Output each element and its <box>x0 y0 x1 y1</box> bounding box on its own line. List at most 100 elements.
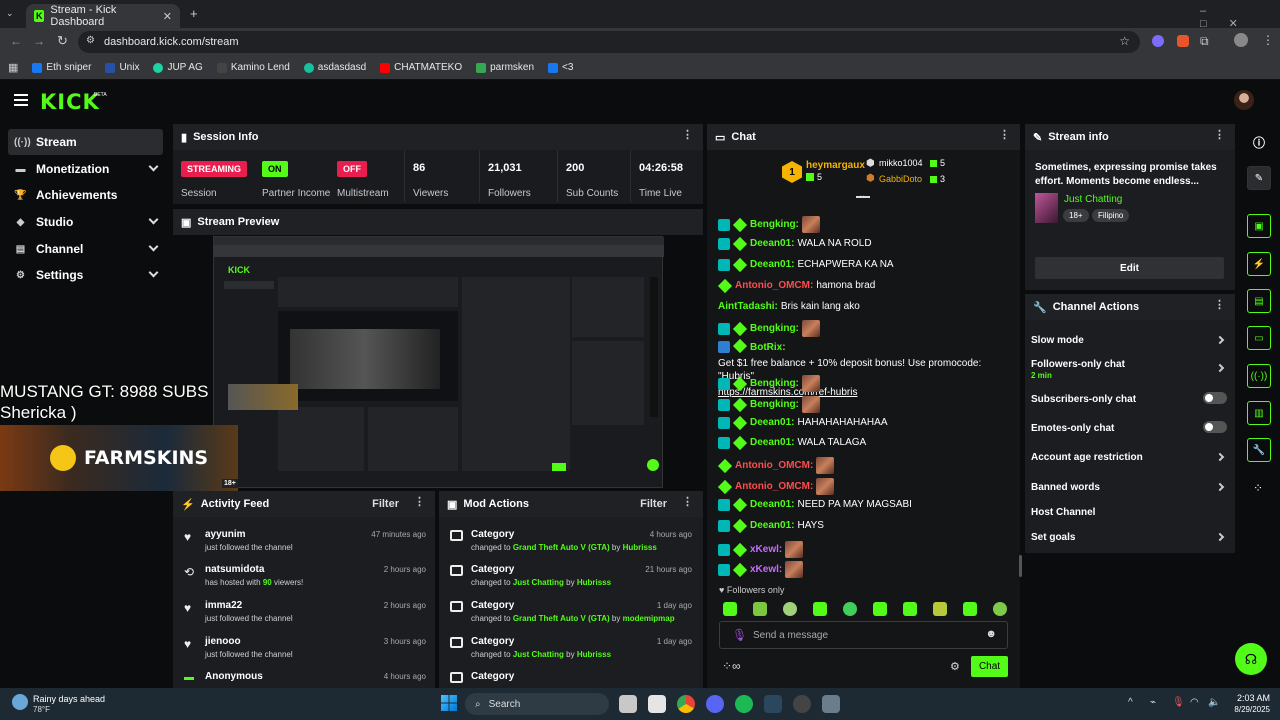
leader-name[interactable]: GabbiDoto <box>879 174 922 184</box>
discord-icon[interactable] <box>706 695 724 713</box>
chat-username[interactable]: Antonio_OMCM: <box>735 459 813 472</box>
chat-username[interactable]: Antonio_OMCM: <box>735 279 813 292</box>
subscribers-only-toggle[interactable] <box>1203 392 1227 404</box>
bookmark-item[interactable]: asdasdasd <box>303 62 366 73</box>
chat-username[interactable]: Antonio_OMCM: <box>735 480 813 493</box>
account-age-row[interactable]: Account age restriction <box>1031 452 1227 463</box>
sidebar-item-monetization[interactable]: ▬ Monetization <box>8 156 163 182</box>
tray-chevron-icon[interactable]: ^ <box>1128 697 1133 708</box>
emote-icon[interactable] <box>783 602 797 616</box>
leader-name[interactable]: heymargaux <box>806 160 865 171</box>
back-icon[interactable]: ← <box>10 34 22 48</box>
activity-user[interactable]: Anonymous <box>205 671 263 682</box>
rail-wrench-icon[interactable]: 🔧 <box>1247 438 1271 462</box>
new-tab-icon[interactable]: + <box>190 6 198 21</box>
task-view-icon[interactable] <box>619 695 637 713</box>
profile-avatar[interactable] <box>1234 33 1248 47</box>
rail-broadcast-icon[interactable]: ((·)) <box>1247 364 1271 388</box>
steam-icon[interactable] <box>764 695 782 713</box>
kick-logo[interactable]: KICK <box>40 90 100 114</box>
info-icon[interactable]: ⓘ <box>1253 134 1265 151</box>
store-icon[interactable] <box>648 695 666 713</box>
tray-wifi-icon[interactable]: ◠ <box>1190 697 1199 708</box>
emoji-icon[interactable]: ☻ <box>985 628 997 640</box>
clock-date[interactable]: 8/29/2025 <box>1220 705 1270 714</box>
bookmark-item[interactable]: CHATMATEKO <box>380 62 462 73</box>
obs-icon[interactable] <box>793 695 811 713</box>
emotes-only-row[interactable]: Emotes-only chat <box>1031 421 1227 434</box>
bookmark-star-icon[interactable]: ☆ <box>1119 34 1130 48</box>
emote-icon[interactable] <box>723 602 737 616</box>
emote-icon[interactable] <box>753 602 767 616</box>
clock-time[interactable]: 2:03 AM <box>1236 693 1270 703</box>
chat-username[interactable]: Bengking: <box>750 398 799 411</box>
rail-mod-icon[interactable]: ▥ <box>1247 401 1271 425</box>
sidebar-item-channel[interactable]: ▤ Channel <box>8 236 163 262</box>
preview-video[interactable]: KICK <box>213 236 664 488</box>
emote-icon[interactable] <box>873 602 887 616</box>
chat-username[interactable]: Deean01: <box>750 498 794 511</box>
window-controls[interactable]: –□✕ <box>1200 5 1280 30</box>
bookmark-item[interactable]: Eth sniper <box>32 62 91 73</box>
chat-username[interactable]: Deean01: <box>750 436 794 449</box>
chat-username[interactable]: Deean01: <box>750 416 794 429</box>
chat-send-button[interactable]: Chat <box>971 656 1008 677</box>
browser-menu-icon[interactable]: ⋮ <box>1262 33 1274 47</box>
chat-username[interactable]: AintTadashi: <box>718 300 778 313</box>
rail-doc-icon[interactable]: ▤ <box>1247 289 1271 313</box>
set-goals-row[interactable]: Set goals <box>1031 532 1227 543</box>
extensions-puzzle-icon[interactable]: ⧉ <box>1200 34 1209 49</box>
leader-name[interactable]: mikko1004 <box>879 158 923 168</box>
rail-screen-icon[interactable]: ▣ <box>1247 214 1271 238</box>
activity-user[interactable]: imma22 <box>205 600 242 611</box>
microphone-icon[interactable]: 🎙 <box>732 628 747 642</box>
bookmark-item[interactable]: Unix <box>105 62 139 73</box>
rail-chat-icon[interactable]: ▭ <box>1247 326 1271 350</box>
bookmark-item[interactable]: <3 <box>548 62 573 73</box>
chat-username[interactable]: Bengking: <box>750 322 799 335</box>
activity-user[interactable]: ayyunim <box>205 529 246 540</box>
rail-bolt-icon[interactable]: ⚡ <box>1247 252 1271 276</box>
site-info-icon[interactable]: ⚙ <box>86 35 95 46</box>
points-icon[interactable]: ⁘∞ <box>722 659 741 673</box>
chat-username[interactable]: Bengking: <box>750 377 799 390</box>
emotes-only-toggle[interactable] <box>1203 421 1227 433</box>
chrome-icon[interactable] <box>677 695 695 713</box>
rail-points-icon[interactable]: ⁘ <box>1253 481 1263 495</box>
slow-mode-row[interactable]: Slow mode <box>1031 335 1227 346</box>
sidebar-item-settings[interactable]: ⚙ Settings <box>8 262 163 288</box>
apps-grid-icon[interactable]: ▦ <box>8 61 18 74</box>
emote-icon[interactable] <box>903 602 917 616</box>
forward-icon[interactable]: → <box>33 34 45 48</box>
rail-edit-icon[interactable]: ✎ <box>1247 166 1271 190</box>
bookmark-item[interactable]: Kamino Lend <box>216 62 290 73</box>
url-field[interactable]: ⚙ dashboard.kick.com/stream ☆ <box>78 31 1140 53</box>
more-options-icon[interactable]: ⋮ <box>1214 130 1225 141</box>
user-avatar[interactable] <box>1234 90 1254 110</box>
chat-settings-gear-icon[interactable]: ⚙ <box>950 660 960 673</box>
more-options-icon[interactable]: ⋮ <box>999 130 1010 141</box>
chat-username[interactable]: BotRix: <box>750 341 786 354</box>
chat-input[interactable]: 🎙 Send a message ☻ <box>719 621 1008 649</box>
host-channel-row[interactable]: Host Channel <box>1031 507 1227 518</box>
chat-username[interactable]: xKewl: <box>750 563 782 576</box>
reload-icon[interactable]: ↻ <box>57 33 68 49</box>
taskbar-search[interactable]: ⌕ Search <box>465 693 609 715</box>
more-options-icon[interactable]: ⋮ <box>414 497 425 508</box>
emote-icon[interactable] <box>933 602 947 616</box>
chat-username[interactable]: Bengking: <box>750 218 799 231</box>
sidebar-item-stream[interactable]: ((·)) Stream <box>8 129 163 155</box>
sidebar-item-studio[interactable]: ◆ Studio <box>8 209 163 235</box>
emote-icon[interactable] <box>963 602 977 616</box>
edit-button[interactable]: Edit <box>1035 257 1224 279</box>
weather-text[interactable]: Rainy days ahead <box>33 694 105 704</box>
chat-username[interactable]: Deean01: <box>750 519 794 532</box>
mod-filter-button[interactable]: Filter <box>640 498 667 510</box>
subscribers-only-row[interactable]: Subscribers-only chat <box>1031 392 1227 405</box>
settings-app-icon[interactable] <box>822 695 840 713</box>
hamburger-menu-icon[interactable] <box>14 94 28 106</box>
more-options-icon[interactable]: ⋮ <box>682 497 693 508</box>
chat-username[interactable]: xKewl: <box>750 543 782 556</box>
emote-icon[interactable] <box>813 602 827 616</box>
activity-user[interactable]: jienooo <box>205 636 241 647</box>
